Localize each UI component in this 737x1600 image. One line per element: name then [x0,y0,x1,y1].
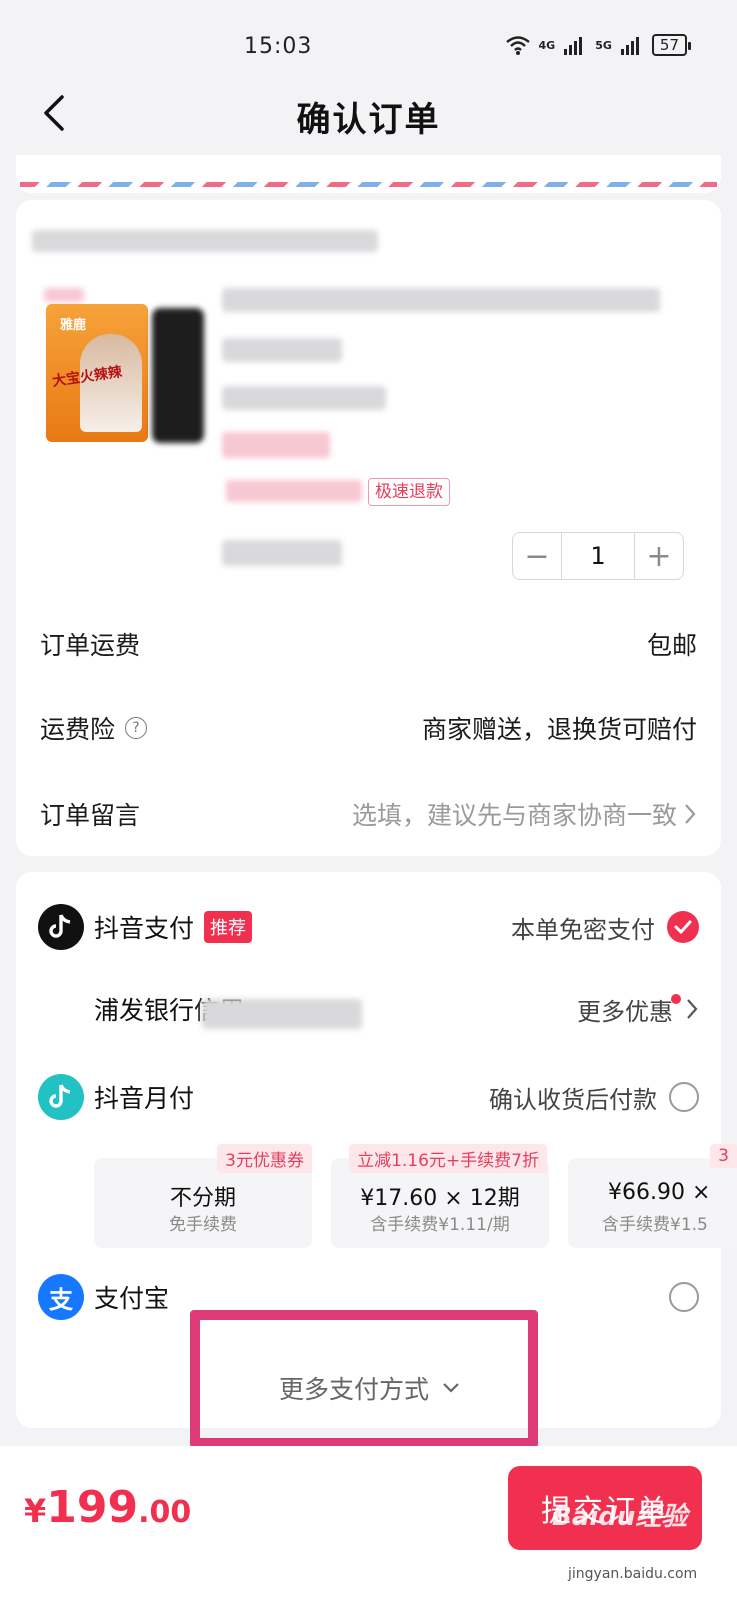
insurance-value: 商家赠送，退换货可赔付 [421,715,697,744]
shipping-row: 订单运费 包邮 [40,622,697,666]
product-badge-blurred [44,288,84,302]
alipay-label: 支付宝 [94,1284,170,1313]
product-tag-blurred [226,480,362,502]
check-selected-icon[interactable] [667,911,699,943]
battery-icon: 57 [651,34,692,56]
nav-bar: 确认订单 [0,72,737,160]
alipay-left: 支 支付宝 [38,1274,169,1320]
plan-coupon-tag: 3元优惠券 [217,1144,312,1173]
status-time: 15:03 [244,34,313,59]
installment-plan-3[interactable]: 3 ¥66.90 × 含手续费¥1.5 [568,1144,737,1248]
message-label: 订单留言 [40,801,141,830]
alipay-logo-icon: 支 [38,1274,84,1320]
plan-sub: 免手续费 [169,1215,237,1235]
page-title: 确认订单 [296,100,441,140]
address-card[interactable] [16,155,721,193]
douyin-monthly-row[interactable]: 抖音月付 确认收货后付款 [38,1072,699,1122]
alipay-right [669,1282,699,1312]
product-price-blurred [222,432,330,458]
shipping-label: 订单运费 [40,631,141,660]
fast-refund-tag: 极速退款 [368,478,450,506]
watermark-logo: Baidu经验 [552,1502,688,1532]
order-card: 雅鹿 大宝火辣辣 极速退款 − 1 + 订单运费 包邮 运费险 ? 商家赠送，退… [16,200,721,856]
signal-icon [620,37,639,55]
network-4g-label: 4G [538,38,556,52]
douyin-logo-icon [38,904,84,950]
douyin-monthly-logo-icon [38,1074,84,1120]
plan-main: ¥66.90 × [608,1180,711,1205]
pay-after-receipt-text: 确认收货后付款 [489,1085,657,1114]
product-title-line2-blurred [222,338,342,362]
increase-button[interactable]: + [635,533,683,579]
currency-symbol: ¥ [24,1492,47,1530]
product-title-blurred [222,288,660,312]
plan-main: ¥17.60 × 12期 [360,1186,520,1211]
bank-offer-right: 更多优惠 [577,992,699,1027]
package-brand: 雅鹿 [60,318,87,333]
total-integer: 199 [46,1482,139,1533]
plan-main: 不分期 [169,1186,236,1211]
delivery-info-blurred [222,540,342,566]
notification-dot [671,993,681,1004]
plan-sub: 含手续费¥1.5 [602,1215,708,1235]
bank-offer-row[interactable]: 浦发银行信用 更多优惠 [94,984,699,1034]
message-value-group[interactable]: 选填，建议先与商家协商一致 [352,796,697,832]
total-price: ¥ 199 .00 [24,1482,191,1533]
bank-offer-left: 浦发银行信用 [94,991,362,1029]
douyin-pay-label: 抖音支付 [94,914,195,943]
shop-name-blurred [32,230,378,252]
douyin-pay-left: 抖音支付 推荐 [38,904,253,950]
annotation-highlight-box [190,1310,538,1448]
product-package: 雅鹿 大宝火辣辣 [46,304,148,442]
bank-card-blurred [202,999,362,1029]
insurance-label: 运费险 [40,715,116,744]
plan-tag-partial: 3 [710,1144,737,1168]
insurance-label-group: 运费险 ? [40,710,148,746]
installment-plan-12[interactable]: 立减1.16元+手续费7折 ¥17.60 × 12期 含手续费¥1.11/期 [331,1144,549,1248]
quantity-stepper[interactable]: − 1 + [512,532,684,580]
signal-icon [564,37,583,55]
douyin-monthly-left: 抖音月付 [38,1074,194,1120]
insurance-row: 运费险 ? 商家赠送，退换货可赔付 [40,706,697,750]
message-placeholder: 选填，建议先与商家协商一致 [351,801,677,830]
plan-discount-tag: 立减1.16元+手续费7折 [349,1144,547,1173]
chevron-right-icon [685,804,696,824]
total-decimal: .00 [138,1495,192,1530]
installment-plan-none[interactable]: 3元优惠券 不分期 免手续费 [94,1144,312,1248]
quantity-value[interactable]: 1 [561,533,635,579]
product-spec-blurred [222,386,386,410]
plan-sub: 含手续费¥1.11/期 [370,1215,510,1235]
radio-unselected[interactable] [669,1082,699,1112]
douyin-monthly-right: 确认收货后付款 [489,1080,699,1115]
shipping-value: 包邮 [646,631,697,660]
douyin-pay-right: 本单免密支付 [511,910,699,945]
help-icon[interactable]: ? [125,717,148,739]
recommend-badge: 推荐 [204,911,253,943]
airmail-stripe [20,182,717,187]
douyin-monthly-label: 抖音月付 [94,1084,195,1113]
password-free-text: 本单免密支付 [511,915,655,944]
douyin-pay-row[interactable]: 抖音支付 推荐 本单免密支付 [38,902,699,952]
decrease-button[interactable]: − [513,533,561,579]
more-offers-text: 更多优惠 [577,997,673,1026]
message-row[interactable]: 订单留言 选填，建议先与商家协商一致 [40,792,697,836]
product-variant-blurred [152,308,204,443]
product-image[interactable]: 雅鹿 大宝火辣辣 [40,288,210,453]
radio-unselected[interactable] [669,1282,699,1312]
chevron-right-icon [687,999,698,1019]
status-icons: 4G 5G 57 [505,34,692,56]
watermark-url: jingyan.baidu.com [568,1566,698,1582]
network-5g-label: 5G [595,38,612,52]
wifi-icon [505,36,530,55]
